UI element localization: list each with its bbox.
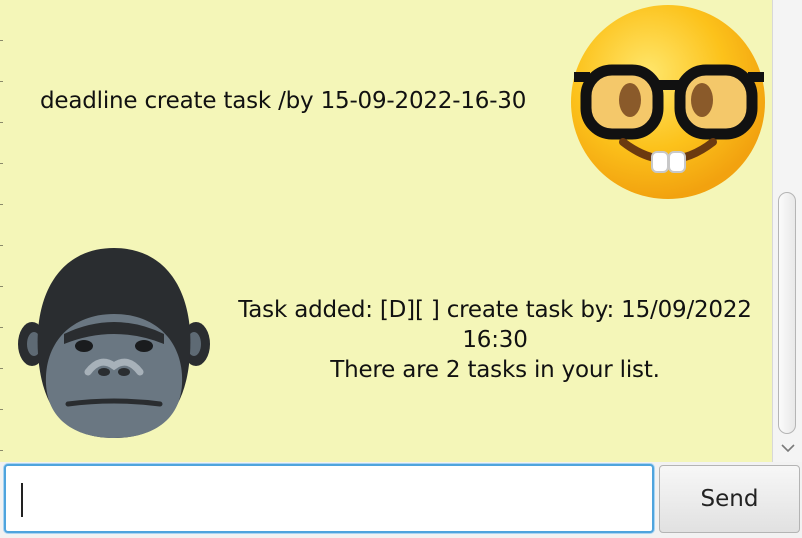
bot-avatar-gorilla-icon (18, 248, 210, 438)
scrollbar-thumb[interactable] (778, 192, 796, 434)
bot-message-line: There are 2 tasks in your list. (330, 357, 660, 383)
user-avatar-nerd-face-icon (571, 5, 765, 199)
user-message-text: deadline create task /by 15-09-2022-16-3… (40, 88, 527, 114)
scroll-down-arrow-icon[interactable] (779, 440, 797, 458)
dialog-container: deadline create task /by 15-09-2022-16-3… (0, 0, 772, 462)
bot-message-line: 16:30 (462, 327, 528, 353)
text-caret (21, 483, 23, 517)
send-button[interactable]: Send (659, 465, 800, 533)
message-input[interactable] (4, 464, 654, 533)
vertical-scrollbar[interactable] (772, 0, 802, 462)
bot-message-text: Task added: [D][ ] create task by: 15/09… (230, 295, 760, 385)
left-border (0, 0, 3, 462)
bot-message-line: Task added: [D][ ] create task by: 15/09… (238, 297, 752, 323)
